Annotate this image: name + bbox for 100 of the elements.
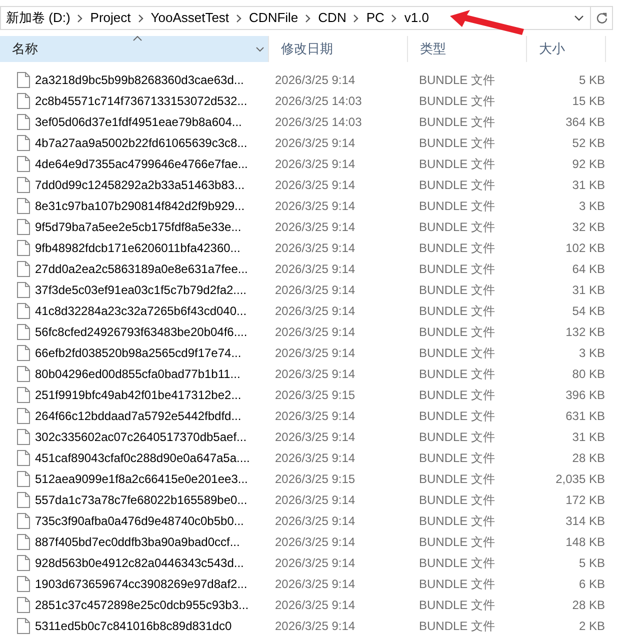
breadcrumb-item[interactable]: YooAssetTest — [150, 8, 230, 28]
file-size: 80 KB — [572, 366, 605, 382]
modified-date: 2026/3/25 9:14 — [275, 450, 356, 464]
file-type: BUNDLE 文件 — [419, 324, 496, 338]
file-size: 28 KB — [572, 450, 605, 466]
file-icon — [17, 596, 30, 612]
file-name[interactable]: 37f3de5c03ef91ea03c1f5c7b79d2fa2.... — [35, 280, 247, 298]
breadcrumb-item[interactable]: CDN — [318, 8, 346, 28]
file-type: BUNDLE 文件 — [419, 556, 496, 570]
file-name[interactable]: 735c3f90afba0a476d9e48740c0b5b0... — [35, 512, 244, 530]
modified-date: 2026/3/25 9:14 — [275, 178, 356, 192]
breadcrumb-item[interactable]: v1.0 — [404, 8, 429, 28]
modified-date: 2026/3/25 14:03 — [275, 114, 362, 128]
file-size: 6 KB — [578, 576, 605, 592]
chevron-right-icon — [353, 14, 360, 22]
file-icon — [17, 554, 30, 570]
file-name[interactable]: 27dd0a2ea2c5863189a0e8e631a7fee... — [35, 260, 248, 278]
modified-date: 2026/3/25 9:14 — [275, 430, 356, 444]
file-size: 31 KB — [572, 176, 605, 194]
breadcrumb-item[interactable]: CDNFile — [249, 8, 298, 28]
file-name[interactable]: 302c335602ac07c2640517370db5aef... — [35, 428, 247, 446]
modified-date: 2026/3/25 9:14 — [275, 366, 356, 380]
file-name[interactable]: 451caf89043cfaf0c288d90e0a647a5a.... — [35, 448, 250, 466]
modified-date: 2026/3/25 9:14 — [275, 324, 356, 338]
modified-date: 2026/3/25 9:14 — [275, 514, 356, 528]
file-icon — [17, 512, 30, 528]
file-size: 64 KB — [572, 260, 605, 278]
modified-date: 2026/3/25 9:14 — [275, 576, 356, 590]
file-size: 54 KB — [572, 302, 605, 320]
file-name[interactable]: 264f66c12bddaad7a5792e5442fbdfd... — [35, 406, 242, 424]
file-type: BUNDLE 文件 — [419, 618, 496, 632]
file-name[interactable]: 5311ed5b0c7c841016b8c89d831dc0 — [35, 616, 232, 634]
breadcrumb-item[interactable]: PC — [366, 8, 384, 28]
modified-date: 2026/3/25 9:14 — [275, 492, 356, 506]
file-type: BUNDLE 文件 — [419, 576, 496, 590]
file-name[interactable]: 928d563b0e4912c82a0446343c543d... — [35, 554, 244, 572]
file-type: BUNDLE 文件 — [419, 492, 496, 506]
file-icon — [17, 386, 30, 402]
file-size: 32 KB — [572, 218, 605, 236]
dropdown-chevron-icon[interactable] — [574, 15, 584, 21]
file-name[interactable]: 1903d673659674cc3908269e97d8af2... — [35, 574, 248, 592]
file-name[interactable]: 41c8d32284a23c32a7265b6f43cd040... — [35, 302, 247, 320]
file-type: BUNDLE 文件 — [419, 94, 496, 108]
file-name[interactable]: 66efb2fd038520b98a2565cd9f17e74... — [35, 344, 242, 362]
file-name[interactable]: 4de64e9d7355ac4799646e4766e7fae... — [35, 154, 248, 172]
file-size: 5 KB — [578, 72, 605, 88]
file-name[interactable]: 887f405bd7ec0ddfb3ba90a9bad0ccf... — [35, 532, 240, 550]
file-icon — [17, 492, 30, 508]
file-name[interactable]: 251f9919bfc49ab42f01be417312be2... — [35, 386, 242, 404]
refresh-button[interactable] — [591, 6, 613, 30]
file-name[interactable]: 2851c37c4572898e25c0dcb955c93b3... — [35, 596, 249, 614]
file-icon — [17, 302, 30, 318]
file-name[interactable]: 557da1c73a78c7fe68022b165589be0... — [35, 490, 248, 508]
modified-date: 2026/3/25 9:14 — [275, 136, 356, 150]
file-icon — [17, 366, 30, 382]
file-size: 31 KB — [572, 428, 605, 446]
file-name[interactable]: 7dd0d99c12458292a2b33a51463b83... — [35, 176, 245, 194]
address-bar[interactable]: 新加卷 (D:) Project YooAssetTest CDNFile CDN PC v1.0 — [0, 6, 591, 30]
modified-date: 2026/3/25 9:15 — [275, 388, 356, 402]
file-name[interactable]: 4b7a27aa9a5002b22fd61065639c3c8... — [35, 134, 248, 152]
file-icon — [17, 534, 30, 550]
file-type: BUNDLE 文件 — [419, 262, 496, 276]
file-size: 631 KB — [566, 408, 605, 424]
breadcrumb-item[interactable]: Project — [90, 8, 131, 28]
modified-date: 2026/3/25 9:14 — [275, 198, 356, 212]
file-name[interactable]: 9fb48982fdcb171e6206011bfa42360... — [35, 238, 240, 256]
file-icon — [17, 240, 30, 256]
file-size: 52 KB — [572, 134, 605, 152]
file-icon — [17, 408, 30, 424]
file-name[interactable]: 80b04296ed00d855cfa0bad77b1b11... — [35, 364, 240, 382]
modified-date: 2026/3/25 14:03 — [275, 94, 362, 108]
modified-date: 2026/3/25 9:14 — [275, 72, 356, 86]
file-name[interactable]: 512aea9099e1f8a2c66415e0e201ee3... — [35, 470, 248, 488]
file-type: BUNDLE 文件 — [419, 366, 496, 380]
file-icon — [17, 156, 30, 172]
file-size: 5 KB — [578, 554, 605, 572]
column-header[interactable]: 名称 — [0, 36, 269, 62]
file-icon — [17, 134, 30, 150]
file-name[interactable]: 2c8b45571c714f7367133153072d532... — [35, 92, 248, 110]
file-name[interactable]: 9f5d79ba7a5ee2e5cb175fdf8a5e33e... — [35, 218, 242, 236]
file-size: 2,035 KB — [556, 470, 605, 488]
file-type: BUNDLE 文件 — [419, 220, 496, 234]
file-size: 314 KB — [566, 512, 605, 530]
file-type: BUNDLE 文件 — [419, 282, 496, 296]
file-type: BUNDLE 文件 — [419, 178, 496, 192]
file-size: 102 KB — [566, 240, 605, 256]
file-icon — [17, 198, 30, 214]
file-type: BUNDLE 文件 — [419, 156, 496, 170]
file-name[interactable]: 56fc8cfed24926793f63483be20b04f6.... — [35, 322, 248, 340]
chevron-down-icon[interactable] — [256, 47, 264, 52]
modified-date: 2026/3/25 9:14 — [275, 240, 356, 254]
modified-date: 2026/3/25 9:15 — [275, 472, 356, 486]
breadcrumb-item[interactable]: 新加卷 (D:) — [6, 8, 70, 28]
file-type: BUNDLE 文件 — [419, 72, 496, 86]
file-size: 15 KB — [572, 92, 605, 110]
file-name[interactable]: 8e31c97ba107b290814f842d2f9b929... — [35, 196, 245, 214]
modified-date: 2026/3/25 9:14 — [275, 598, 356, 612]
file-name[interactable]: 3ef05d06d37e1fdf4951eae79b8a604... — [35, 112, 242, 130]
file-type: BUNDLE 文件 — [419, 408, 496, 422]
file-name[interactable]: 2a3218d9bc5b99b8268360d3cae63d... — [35, 70, 244, 88]
